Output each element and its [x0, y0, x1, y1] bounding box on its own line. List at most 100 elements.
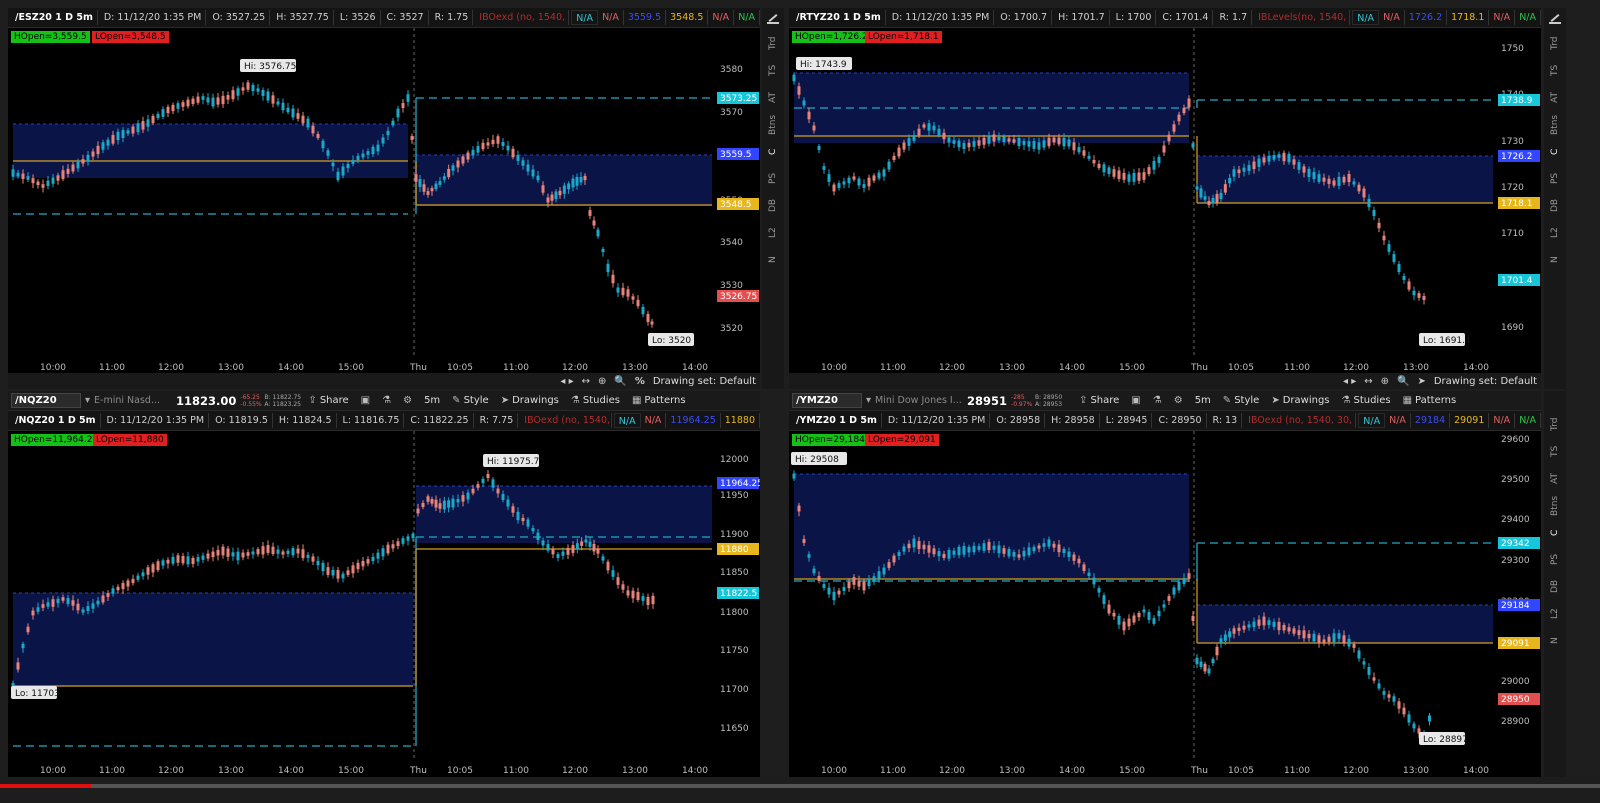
candle-body [1362, 188, 1366, 198]
sidebar-item-btns[interactable]: Btns [1550, 492, 1560, 519]
flask-button[interactable]: ⚗ [1149, 395, 1166, 406]
style-button[interactable]: ✎ Style [448, 395, 493, 406]
pointer-icon[interactable]: ➤ [1417, 376, 1425, 387]
y-tick-label: 29600 [1501, 435, 1530, 445]
sidebar-item-db[interactable]: DB [1550, 573, 1560, 600]
candle-body [571, 178, 575, 188]
move-icon[interactable]: ↔ [1364, 376, 1372, 387]
sidebar-item-ps[interactable]: PS [768, 165, 778, 192]
scroll-arrows-icon[interactable]: ◂ ▸ [560, 376, 573, 387]
sidebar-item-n[interactable]: N [1550, 627, 1560, 654]
sidebar-item-ts[interactable]: TS [1550, 57, 1560, 84]
sidebar-item-ps[interactable]: PS [1550, 165, 1560, 192]
candle-body [987, 541, 991, 551]
symbol-label[interactable]: /ESZ20 1 D 5m [11, 10, 98, 25]
candle-body [1127, 174, 1131, 182]
candle-body [438, 503, 442, 509]
sidebar-item-at[interactable]: AT [1550, 84, 1560, 111]
sidebar-item-trd[interactable]: Trd [1550, 411, 1560, 438]
symbol-label[interactable]: /NQZ20 1 D 5m [11, 413, 101, 428]
zoom-icon[interactable]: 🔍 [614, 376, 626, 387]
sidebar-item-c[interactable]: C [768, 138, 778, 165]
sidebar-item-ts[interactable]: TS [1550, 438, 1560, 465]
study-label[interactable]: IBOexd (no, 1540, 30, yes, 15, Blue) [1244, 413, 1357, 428]
sidebar-item-n[interactable]: N [768, 246, 778, 273]
candle-body [922, 544, 926, 550]
sidebar-item-at[interactable]: AT [1550, 465, 1560, 492]
sidebar-item-n[interactable]: N [1550, 246, 1560, 273]
move-icon[interactable]: ↔ [582, 376, 590, 387]
candle-body [101, 142, 105, 150]
percent-icon[interactable]: % [635, 376, 645, 387]
sidebar-item-db[interactable]: DB [768, 192, 778, 219]
sidebar-item-c[interactable]: C [1550, 138, 1560, 165]
settings-button[interactable]: ⚙ [1170, 395, 1187, 406]
candlestick-chart-es[interactable]: 35803570356035503540353035203573.253559.… [8, 28, 760, 375]
sidebar-item-btns[interactable]: Btns [1550, 111, 1560, 138]
settings-button[interactable]: ⚙ [399, 395, 416, 406]
sidebar-item-db[interactable]: DB [1550, 192, 1560, 219]
sidebar-item-ps[interactable]: PS [1550, 546, 1560, 573]
share-button[interactable]: ⇪ Share [1075, 395, 1123, 406]
study-label[interactable]: IBLevels(no, 1540, 30, yes, 15, Blue) [1254, 10, 1351, 25]
gear-icon: ⚙ [1173, 395, 1183, 406]
candlestick-chart-nq[interactable]: 12000 11950 11900 11850 11800 11750 11700 11650… [8, 431, 760, 777]
candle-body [316, 560, 320, 566]
sidebar-item-btns[interactable]: Btns [768, 111, 778, 138]
crosshair-icon[interactable]: ⊕ [598, 376, 606, 387]
candle-body [1147, 167, 1151, 175]
symbol-label[interactable]: /RTYZ20 1 D 5m [792, 10, 886, 25]
scroll-arrows-icon[interactable]: ◂ ▸ [1343, 376, 1356, 387]
candle-body [972, 545, 976, 553]
candle-body [301, 549, 305, 559]
study-label[interactable]: IBOexd (no, 1540, 30, yes, 15, Blue) [475, 10, 570, 25]
candle-body [1215, 646, 1219, 656]
sidebar-item-at[interactable]: AT [768, 84, 778, 111]
candle-body [476, 146, 480, 153]
candle-body [1362, 661, 1366, 665]
timeframe-button[interactable]: 5m [1191, 395, 1215, 406]
drawings-button[interactable]: ➤ Drawings [1267, 395, 1333, 406]
share-button[interactable]: ⇪ Share [304, 395, 352, 406]
sidebar-item-l2[interactable]: L2 [1550, 600, 1560, 627]
drawing-set-label[interactable]: Drawing set: Default [1434, 376, 1537, 387]
study-label[interactable]: IBOexd (no, 1540, 30, yes, 15, Blue) [520, 413, 612, 428]
candle-body [982, 543, 986, 551]
patterns-button[interactable]: ▦ Patterns [1399, 395, 1461, 406]
studies-button[interactable]: ⚗ Studies [1338, 395, 1395, 406]
study-values: N/A N/A 1726.2 1718.1 N/A N/A [1352, 10, 1541, 25]
candle-body [792, 473, 796, 479]
studies-button[interactable]: ⚗ Studies [567, 395, 624, 406]
candlestick-chart-ym[interactable]: 2960029500294002930029200291002900028900… [789, 431, 1541, 777]
sidebar-item-c[interactable]: C [1550, 519, 1560, 546]
timeframe-button[interactable]: 5m [420, 395, 444, 406]
range-cell: R: 13 [1209, 413, 1243, 428]
sidebar-item-ts[interactable]: TS [768, 57, 778, 84]
symbol-label[interactable]: /YMZ20 1 D 5m [792, 413, 882, 428]
symbol-selector[interactable]: /YMZ20 [792, 393, 862, 408]
chart-draw-icon[interactable] [767, 12, 779, 24]
zoom-icon[interactable]: 🔍 [1397, 376, 1409, 387]
sidebar-item-l2[interactable]: L2 [768, 219, 778, 246]
screenshot-button[interactable]: ▣ [357, 395, 374, 406]
chevron-down-icon[interactable]: ▾ [85, 395, 90, 406]
sidebar-item-l2[interactable]: L2 [1550, 219, 1560, 246]
patterns-button[interactable]: ▦ Patterns [628, 395, 690, 406]
candle-body [1297, 630, 1301, 636]
open-cell: O: 1700.7 [996, 10, 1053, 25]
study-value: N/A [1515, 413, 1541, 428]
style-button[interactable]: ✎ Style [1219, 395, 1264, 406]
crosshair-icon[interactable]: ⊕ [1381, 376, 1389, 387]
flask-button[interactable]: ⚗ [378, 395, 395, 406]
sidebar-item-trd[interactable]: Trd [1550, 30, 1560, 57]
candlestick-chart-rty[interactable]: 17501740173017201710170016901738.91726.2… [789, 28, 1541, 375]
drawings-button[interactable]: ➤ Drawings [497, 395, 563, 406]
chevron-down-icon[interactable]: ▾ [866, 395, 871, 406]
drawing-set-label[interactable]: Drawing set: Default [653, 376, 756, 387]
video-progress-bar[interactable] [0, 784, 1600, 788]
sidebar-item-trd[interactable]: Trd [768, 30, 778, 57]
chart-draw-icon[interactable] [1549, 12, 1561, 24]
screenshot-button[interactable]: ▣ [1127, 395, 1144, 406]
candle-body [897, 147, 901, 157]
symbol-selector[interactable]: /NQZ20 [11, 393, 81, 408]
